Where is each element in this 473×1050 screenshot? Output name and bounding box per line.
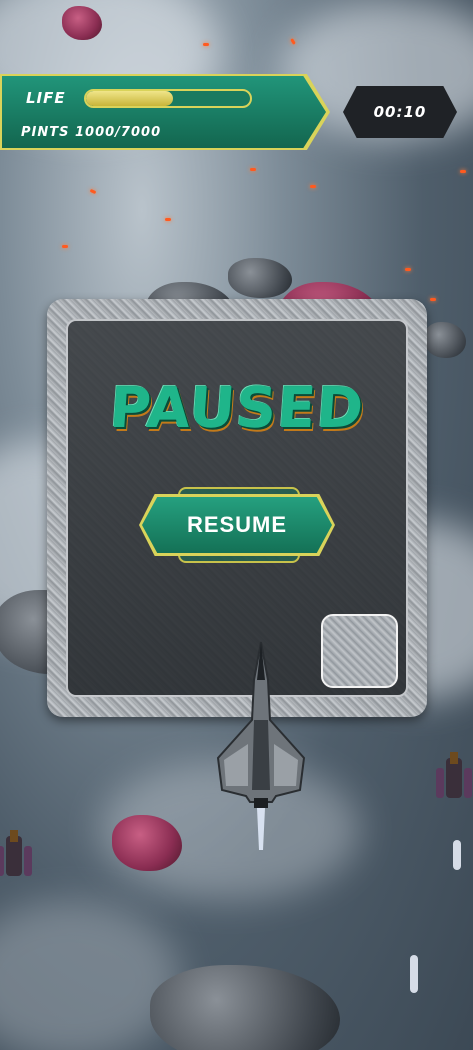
ember	[165, 218, 171, 221]
ember	[310, 185, 316, 188]
enemy-ship	[0, 830, 32, 876]
bullet	[453, 840, 461, 870]
life-bar	[84, 89, 252, 108]
life-label: LIFE	[26, 89, 66, 107]
points-label: PINTS 1000/7000	[21, 125, 162, 140]
timer-text: 00:10	[373, 103, 427, 121]
paused-title: PAUSED	[107, 376, 367, 441]
life-bar-fill	[86, 91, 173, 106]
ember	[405, 268, 411, 271]
asteroid	[62, 6, 102, 40]
ember	[89, 188, 97, 195]
enemy-ship	[436, 752, 472, 798]
ember	[430, 298, 436, 301]
asteroid	[150, 965, 340, 1050]
bullet	[410, 955, 418, 993]
asteroid	[228, 258, 292, 298]
blank-metal-button[interactable]	[321, 614, 398, 688]
ember	[62, 245, 68, 248]
resume-button[interactable]: RESUME	[142, 497, 332, 553]
ember	[250, 168, 256, 171]
ember	[460, 170, 466, 173]
timer-badge: 00:10	[343, 86, 457, 138]
player-ship	[216, 641, 306, 850]
asteroid	[424, 322, 466, 358]
ember	[203, 43, 209, 46]
